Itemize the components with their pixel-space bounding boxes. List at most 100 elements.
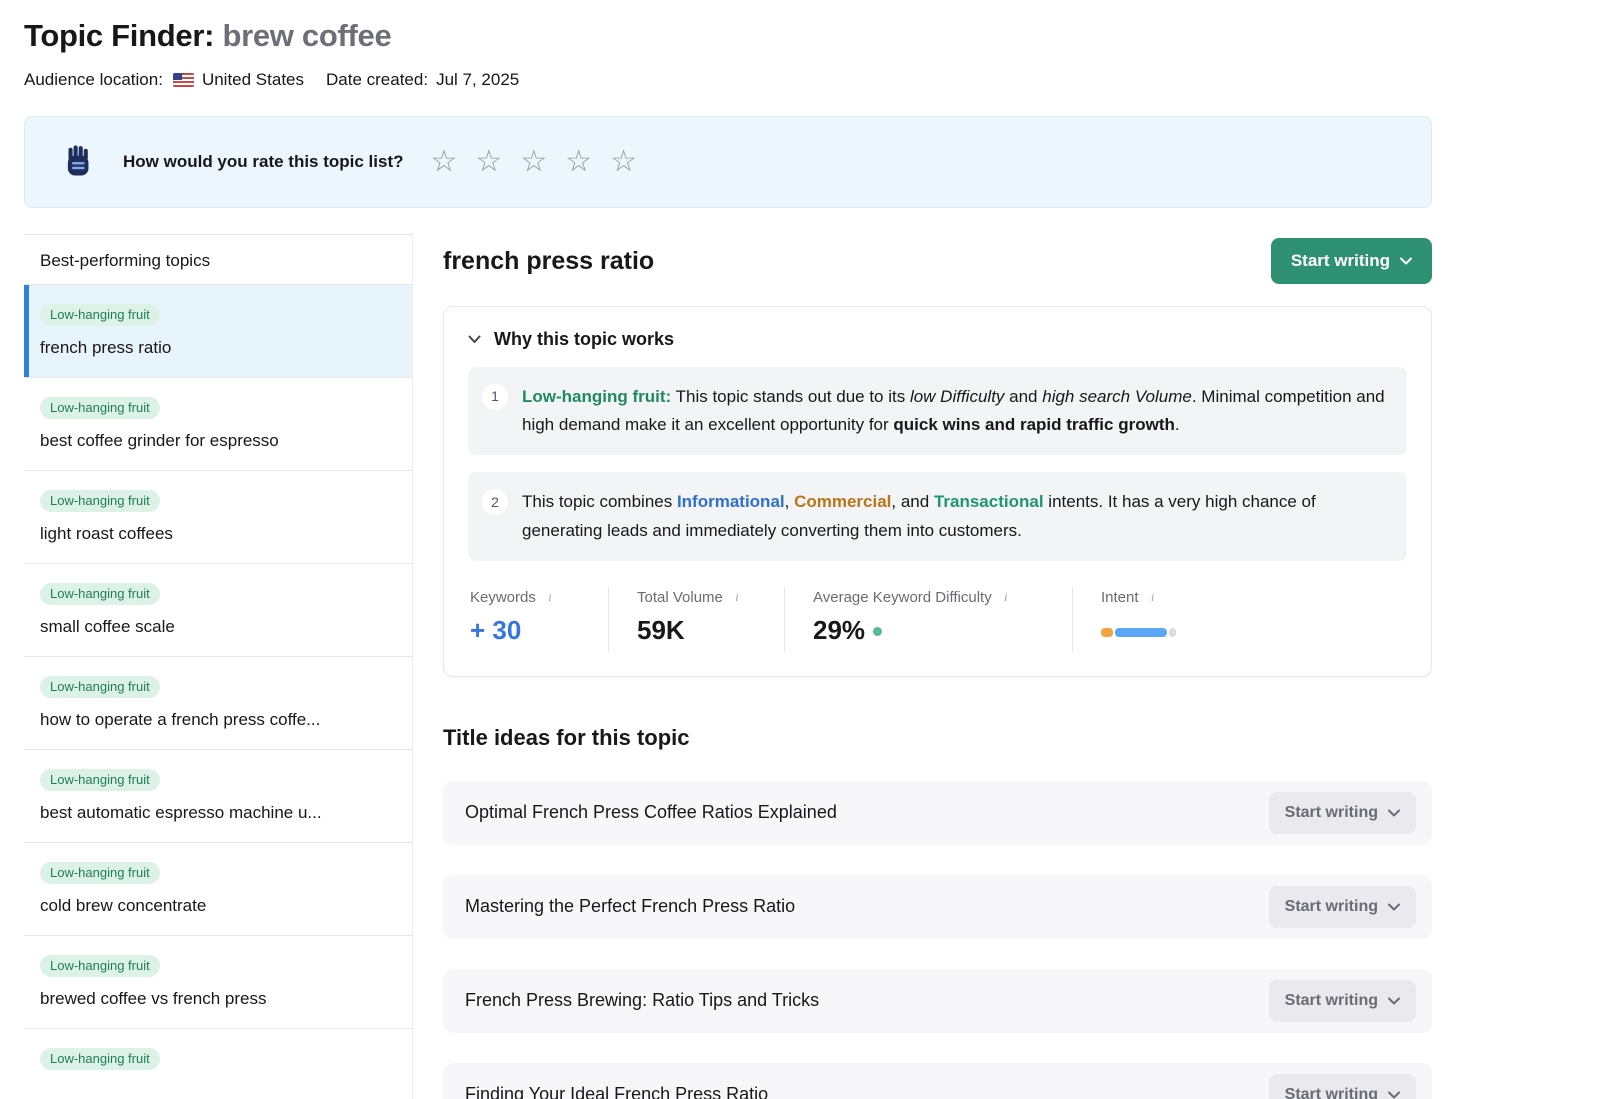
metric-label-row: Total Volume xyxy=(637,589,756,606)
topic-detail-header: french press ratio Start writing xyxy=(443,238,1432,284)
topic-label: brewed coffee vs french press xyxy=(40,989,396,1009)
start-writing-button[interactable]: Start writing xyxy=(1269,792,1416,834)
low-hanging-fruit-badge: Low-hanging fruit xyxy=(40,1048,160,1070)
chevron-down-icon xyxy=(1388,903,1400,911)
why-point-1-text: and xyxy=(1004,387,1042,406)
chevron-down-icon xyxy=(1388,997,1400,1005)
start-writing-button[interactable]: Start writing xyxy=(1269,980,1416,1022)
metric-keyword-difficulty: Average Keyword Difficulty 29% xyxy=(784,587,1072,652)
low-hanging-fruit-badge: Low-hanging fruit xyxy=(40,862,160,884)
date-created-label: Date created: xyxy=(326,70,428,90)
why-point-1-text: . xyxy=(1175,415,1180,434)
point-number-badge: 1 xyxy=(482,384,508,410)
why-point-1-emphasis: low Difficulty xyxy=(910,387,1004,406)
total-volume-value: 59K xyxy=(637,615,756,646)
sidebar-item-best-automatic-espresso-machine[interactable]: Low-hanging fruit best automatic espress… xyxy=(24,750,412,843)
date-created-value: Jul 7, 2025 xyxy=(436,70,519,90)
sidebar-item-brewed-coffee-vs-french-press[interactable]: Low-hanging fruit brewed coffee vs frenc… xyxy=(24,936,412,1029)
start-writing-button[interactable]: Start writing xyxy=(1269,1074,1416,1099)
sidebar-item-french-press-ratio[interactable]: Low-hanging fruit french press ratio xyxy=(24,285,412,378)
star-icon[interactable]: ☆ xyxy=(466,147,511,177)
why-point-1-strong: quick wins and rapid traffic growth xyxy=(893,415,1174,434)
start-writing-label: Start writing xyxy=(1285,1086,1378,1099)
low-hanging-fruit-badge: Low-hanging fruit xyxy=(40,955,160,977)
audience-location-value: United States xyxy=(202,70,304,90)
star-icon[interactable]: ☆ xyxy=(511,147,556,177)
low-hanging-fruit-badge: Low-hanging fruit xyxy=(40,304,160,326)
intent-segment-other xyxy=(1169,628,1176,637)
star-icon[interactable]: ☆ xyxy=(556,147,601,177)
difficulty-value-row: 29% xyxy=(813,615,1044,646)
rating-question: How would you rate this topic list? xyxy=(123,152,404,172)
why-topic-works-toggle[interactable]: Why this topic works xyxy=(468,329,1407,350)
topic-label: cold brew concentrate xyxy=(40,896,396,916)
topic-label: small coffee scale xyxy=(40,617,396,637)
intent-segment-informational xyxy=(1115,628,1167,637)
why-topic-works-card: Why this topic works 1 Low-hanging fruit… xyxy=(443,306,1432,677)
info-icon[interactable] xyxy=(730,590,744,604)
start-writing-button[interactable]: Start writing xyxy=(1269,886,1416,928)
low-hanging-fruit-badge: Low-hanging fruit xyxy=(40,397,160,419)
why-point-2: 2 This topic combines Informational, Com… xyxy=(468,472,1407,560)
difficulty-status-dot xyxy=(873,627,882,636)
title-idea-text: Mastering the Perfect French Press Ratio xyxy=(465,896,795,917)
metric-intent: Intent xyxy=(1072,587,1206,652)
star-icon[interactable]: ☆ xyxy=(422,147,467,177)
metric-total-volume: Total Volume 59K xyxy=(608,587,784,652)
low-hanging-fruit-badge: Low-hanging fruit xyxy=(40,676,160,698)
intent-commercial-label: Commercial xyxy=(794,492,891,511)
topic-label: how to operate a french press coffe... xyxy=(40,710,396,730)
sidebar-item-small-coffee-scale[interactable]: Low-hanging fruit small coffee scale xyxy=(24,564,412,657)
intent-distribution-bar xyxy=(1101,628,1178,637)
info-icon[interactable] xyxy=(1146,590,1160,604)
topic-finder-page: Topic Finder: brew coffee Audience locat… xyxy=(0,0,1432,1099)
info-icon[interactable] xyxy=(543,590,557,604)
topic-label: light roast coffees xyxy=(40,524,396,544)
metric-label-row: Keywords xyxy=(470,589,580,606)
start-writing-label: Start writing xyxy=(1285,898,1378,916)
start-writing-label: Start writing xyxy=(1285,804,1378,822)
low-hanging-fruit-badge: Low-hanging fruit xyxy=(40,490,160,512)
why-point-1-emphasis: high search Volume xyxy=(1042,387,1192,406)
intent-transactional-label: Transactional xyxy=(934,492,1044,511)
rating-banner: How would you rate this topic list? ☆ ☆ … xyxy=(24,116,1432,208)
start-writing-label: Start writing xyxy=(1285,992,1378,1010)
sidebar-item-how-to-operate-french-press[interactable]: Low-hanging fruit how to operate a frenc… xyxy=(24,657,412,750)
title-idea-text: Optimal French Press Coffee Ratios Expla… xyxy=(465,802,837,823)
intent-segment-commercial xyxy=(1101,628,1113,637)
sidebar-item-best-coffee-grinder[interactable]: Low-hanging fruit best coffee grinder fo… xyxy=(24,378,412,471)
start-writing-label: Start writing xyxy=(1291,251,1390,271)
intent-informational-label: Informational xyxy=(677,492,785,511)
point-number-badge: 2 xyxy=(482,489,508,515)
content-columns: Best-performing topics Low-hanging fruit… xyxy=(24,234,1432,1099)
why-point-2-text: This topic combines xyxy=(522,492,677,511)
topic-detail-panel: french press ratio Start writing Why thi… xyxy=(413,234,1432,1099)
chevron-down-icon xyxy=(468,335,481,344)
info-icon[interactable] xyxy=(999,590,1013,604)
total-volume-label: Total Volume xyxy=(637,589,723,606)
sidebar-item-partial[interactable]: Low-hanging fruit xyxy=(24,1029,412,1099)
low-hanging-fruit-badge: Low-hanging fruit xyxy=(40,583,160,605)
title-idea-row: Mastering the Perfect French Press Ratio… xyxy=(443,875,1432,939)
low-hanging-fruit-badge: Low-hanging fruit xyxy=(40,769,160,791)
start-writing-button[interactable]: Start writing xyxy=(1271,238,1432,284)
why-topic-works-title: Why this topic works xyxy=(494,329,674,350)
sidebar-item-light-roast-coffees[interactable]: Low-hanging fruit light roast coffees xyxy=(24,471,412,564)
rating-stars: ☆ ☆ ☆ ☆ ☆ xyxy=(422,147,647,177)
page-title-query: brew coffee xyxy=(222,18,391,53)
star-icon[interactable]: ☆ xyxy=(601,147,646,177)
page-title-prefix: Topic Finder: xyxy=(24,18,214,53)
intent-label: Intent xyxy=(1101,589,1139,606)
topic-label: best coffee grinder for espresso xyxy=(40,431,396,451)
title-idea-text: French Press Brewing: Ratio Tips and Tri… xyxy=(465,990,819,1011)
page-title: Topic Finder: brew coffee xyxy=(24,18,1432,54)
metric-label-row: Average Keyword Difficulty xyxy=(813,589,1044,606)
title-idea-row: Optimal French Press Coffee Ratios Expla… xyxy=(443,781,1432,845)
difficulty-value: 29% xyxy=(813,615,865,645)
sidebar-item-cold-brew-concentrate[interactable]: Low-hanging fruit cold brew concentrate xyxy=(24,843,412,936)
page-meta: Audience location: United States Date cr… xyxy=(24,70,1432,90)
title-idea-row: French Press Brewing: Ratio Tips and Tri… xyxy=(443,969,1432,1033)
keywords-label: Keywords xyxy=(470,589,536,606)
metric-label-row: Intent xyxy=(1101,589,1178,606)
selected-topic-title: french press ratio xyxy=(443,247,654,276)
